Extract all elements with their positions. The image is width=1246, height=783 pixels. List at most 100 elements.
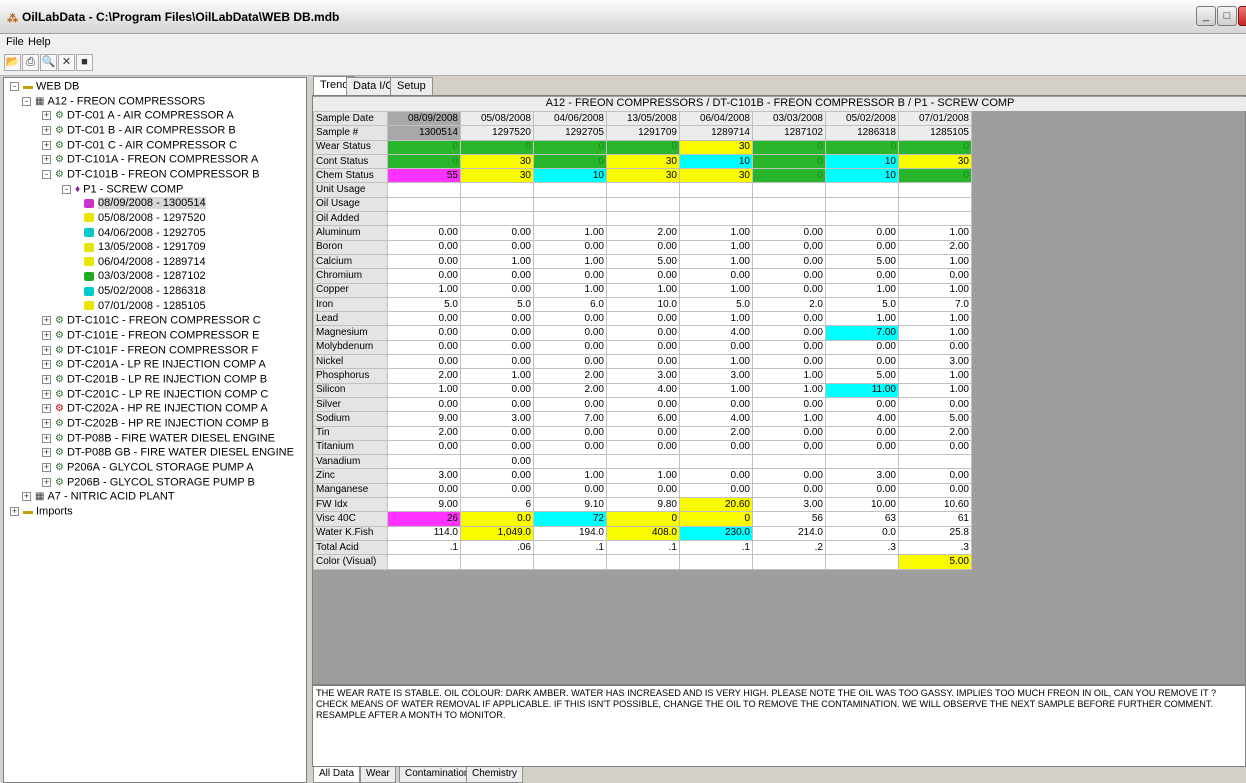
grid-cell[interactable]: 05/08/2008: [460, 110, 534, 127]
grid-cell[interactable]: 30: [460, 153, 534, 170]
grid-cell[interactable]: 0.00: [752, 282, 826, 298]
grid-cell[interactable]: 2.00: [533, 382, 607, 398]
grid-cell[interactable]: 0.00: [533, 268, 607, 284]
grid-cell[interactable]: 10: [679, 153, 753, 170]
minimize-button[interactable]: _: [1196, 6, 1216, 26]
grid-cell[interactable]: 0.00: [533, 325, 607, 341]
grid-cell[interactable]: 1.00: [898, 368, 972, 384]
grid-cell[interactable]: 1.00: [533, 282, 607, 298]
grid-cell[interactable]: 0.00: [898, 339, 972, 356]
grid-cell[interactable]: 1.00: [752, 411, 826, 427]
grid-cell[interactable]: 0.00: [533, 482, 607, 499]
grid-cell[interactable]: 5.00: [898, 554, 972, 570]
grid-cell[interactable]: 9.00: [387, 411, 461, 427]
grid-cell[interactable]: 6.0: [533, 296, 607, 313]
grid-cell[interactable]: [606, 454, 680, 470]
expand-icon[interactable]: +: [42, 433, 51, 443]
comments-box[interactable]: THE WEAR RATE IS STABLE. OIL COLOUR: DAR…: [312, 685, 1246, 767]
grid-cell[interactable]: 0: [679, 511, 753, 527]
expand-icon[interactable]: +: [42, 125, 51, 135]
grid-cell[interactable]: 5.0: [460, 296, 534, 313]
grid-cell[interactable]: [752, 554, 826, 570]
grid-cell[interactable]: 1,049.0: [460, 525, 534, 541]
grid-cell[interactable]: 0.00: [460, 268, 534, 284]
grid-cell[interactable]: 10.0: [606, 296, 680, 313]
grid-cell[interactable]: 0.00: [752, 225, 826, 241]
grid-cell[interactable]: 5.00: [606, 253, 680, 270]
grid-cell[interactable]: 20.60: [679, 497, 753, 513]
grid-cell[interactable]: 0: [606, 511, 680, 527]
grid-cell[interactable]: 11.00: [825, 382, 899, 398]
grid-cell[interactable]: 0.00: [825, 268, 899, 284]
tree-node[interactable]: + ⚙ DT-P08B GB - FIRE WATER DIESEL ENGINE: [42, 445, 294, 460]
grid-cell[interactable]: 3.00: [898, 354, 972, 370]
tab-setup[interactable]: Setup: [390, 77, 433, 95]
grid-cell[interactable]: 30: [898, 153, 972, 170]
tree-node[interactable]: 03/03/2008 - 1287102: [84, 269, 206, 284]
tree-node[interactable]: + ⚙ DT-C201A - LP RE INJECTION COMP A: [42, 357, 266, 372]
grid-cell[interactable]: 5.00: [898, 411, 972, 427]
grid-cell[interactable]: 0.00: [460, 425, 534, 441]
grid-cell[interactable]: 0.00: [387, 339, 461, 356]
grid-cell[interactable]: 1.00: [679, 311, 753, 327]
tree-node[interactable]: + ⚙ DT-C202A - HP RE INJECTION COMP A: [42, 401, 268, 416]
tree-node[interactable]: + ⚙ DT-P08B - FIRE WATER DIESEL ENGINE: [42, 431, 275, 446]
grid-cell[interactable]: 63: [825, 511, 899, 527]
grid-cell[interactable]: 0.00: [825, 396, 899, 413]
grid-cell[interactable]: 1287102: [752, 125, 826, 141]
grid-cell[interactable]: 1.00: [606, 282, 680, 298]
grid-cell[interactable]: 0.00: [679, 482, 753, 499]
expand-icon[interactable]: +: [42, 375, 51, 384]
grid-cell[interactable]: 1.00: [460, 368, 534, 384]
grid-cell[interactable]: 1286318: [825, 125, 899, 141]
grid-cell[interactable]: 0.00: [679, 339, 753, 356]
grid-cell[interactable]: 0.00: [533, 311, 607, 327]
tree-node[interactable]: + ▬ Imports: [10, 504, 73, 519]
grid-cell[interactable]: 1.00: [898, 311, 972, 327]
tree-node[interactable]: 08/09/2008 - 1300514: [84, 196, 206, 211]
equipment-tree[interactable]: - ▬ WEB DB - ▦ A12 - FREON COMPRESSORS + ⚙ DT-C0…: [3, 77, 307, 783]
grid-cell[interactable]: 0.00: [606, 268, 680, 284]
grid-cell[interactable]: [533, 454, 607, 470]
collapse-icon[interactable]: -: [10, 82, 19, 91]
grid-cell[interactable]: 30: [460, 168, 534, 184]
grid-cell[interactable]: 0.00: [533, 339, 607, 356]
grid-cell[interactable]: .1: [387, 539, 461, 556]
grid-cell[interactable]: 0.00: [606, 482, 680, 499]
grid-cell[interactable]: 0.00: [460, 454, 534, 470]
grid-cell[interactable]: .06: [460, 539, 534, 556]
grid-cell[interactable]: 1.00: [679, 225, 753, 241]
grid-cell[interactable]: 5.0: [679, 296, 753, 313]
tree-node[interactable]: 05/08/2008 - 1297520: [84, 211, 206, 226]
grid-cell[interactable]: 0.00: [752, 325, 826, 341]
grid-cell[interactable]: 5.00: [825, 253, 899, 270]
grid-cell[interactable]: .1: [533, 539, 607, 556]
grid-cell[interactable]: 0: [752, 168, 826, 184]
grid-cell[interactable]: 1.00: [898, 282, 972, 298]
tab-contamination[interactable]: Contamination: [399, 767, 476, 783]
grid-cell[interactable]: 0.00: [606, 311, 680, 327]
grid-cell[interactable]: 0.00: [387, 253, 461, 270]
grid-cell[interactable]: 08/09/2008: [387, 110, 461, 127]
collapse-icon[interactable]: -: [22, 96, 31, 106]
grid-cell[interactable]: [825, 196, 899, 213]
grid-cell[interactable]: 0.00: [387, 268, 461, 284]
open-icon[interactable]: 📂: [4, 54, 21, 71]
grid-cell[interactable]: 0.00: [898, 268, 972, 284]
grid-cell[interactable]: [533, 554, 607, 570]
grid-cell[interactable]: [606, 211, 680, 227]
grid-cell[interactable]: 1.00: [825, 311, 899, 327]
grid-cell[interactable]: 04/06/2008: [533, 110, 607, 127]
grid-cell[interactable]: 0.00: [460, 325, 534, 341]
grid-cell[interactable]: 0: [898, 168, 972, 184]
grid-cell[interactable]: 114.0: [387, 525, 461, 541]
grid-cell[interactable]: 0.00: [387, 225, 461, 241]
grid-cell[interactable]: 1.00: [387, 382, 461, 398]
tree-node[interactable]: - ⚙ DT-C101B - FREON COMPRESSOR B: [42, 167, 260, 182]
grid-cell[interactable]: [533, 211, 607, 227]
grid-cell[interactable]: 1.00: [898, 253, 972, 270]
grid-cell[interactable]: 0.00: [606, 425, 680, 441]
grid-cell[interactable]: 3.00: [606, 368, 680, 384]
grid-cell[interactable]: 0.00: [533, 425, 607, 441]
grid-cell[interactable]: [679, 182, 753, 198]
